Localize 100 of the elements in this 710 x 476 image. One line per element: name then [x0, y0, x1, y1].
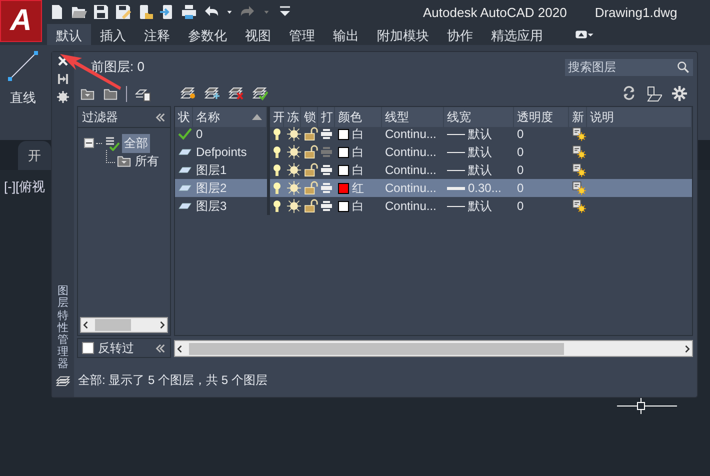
color-swatch[interactable] — [338, 164, 349, 176]
collapse-icon[interactable] — [84, 138, 94, 148]
line-tool-button[interactable]: 直线 — [8, 51, 38, 134]
ribbon-tab[interactable]: 默认 — [47, 24, 91, 45]
viewport-freeze-icon[interactable] — [572, 127, 586, 141]
ribbon-tab[interactable]: 协作 — [438, 24, 482, 45]
color-swatch[interactable] — [338, 182, 349, 194]
group-filter-icon[interactable] — [103, 87, 118, 101]
ribbon-tab[interactable]: 参数化 — [179, 24, 236, 45]
bulb-icon[interactable] — [273, 164, 281, 176]
phone-folder-icon[interactable] — [137, 4, 153, 20]
column-header[interactable]: 线宽 — [444, 107, 514, 127]
horizontal-scrollbar[interactable] — [80, 317, 168, 333]
column-header[interactable]: 线型 — [382, 107, 444, 127]
new-filter-icon[interactable] — [80, 87, 95, 101]
ribbon-tab[interactable]: 附加模块 — [368, 24, 438, 45]
viewport-freeze-icon[interactable] — [572, 145, 586, 159]
color-swatch[interactable] — [338, 128, 349, 140]
horizontal-scrollbar[interactable] — [174, 340, 693, 357]
search-field[interactable]: 搜索图层 — [565, 58, 693, 76]
sun-icon[interactable] — [287, 127, 301, 141]
sun-icon[interactable] — [287, 181, 301, 195]
viewport-freeze-icon[interactable] — [572, 199, 586, 213]
viewport-freeze-icon[interactable] — [572, 163, 586, 177]
bulb-icon[interactable] — [273, 200, 281, 212]
bulb-icon[interactable] — [273, 182, 281, 194]
lock-icon[interactable] — [304, 145, 319, 159]
save-icon[interactable] — [93, 4, 109, 20]
filter-item[interactable]: 全部 — [122, 134, 150, 152]
set-current-icon[interactable] — [251, 86, 268, 102]
lineweight-value: 默认 — [468, 198, 492, 214]
column-header[interactable]: 锁 — [301, 107, 318, 127]
delete-layer-icon[interactable] — [227, 86, 244, 102]
color-name: 白 — [352, 198, 364, 214]
layer-row[interactable]: 图层3 白 Continu... 默认 0 — [175, 197, 692, 215]
ribbon-tab[interactable]: 输出 — [324, 24, 368, 45]
ribbon-tab[interactable]: 插入 — [91, 24, 135, 45]
layer-name: Defpoints — [196, 145, 247, 159]
collapse-pane-icon[interactable] — [155, 112, 166, 122]
color-swatch[interactable] — [338, 200, 349, 212]
column-header[interactable]: 开 — [267, 107, 284, 127]
sun-icon[interactable] — [287, 163, 301, 177]
settings-icon[interactable] — [57, 91, 69, 103]
lock-icon[interactable] — [304, 163, 319, 177]
transparency-value: 0 — [517, 199, 524, 213]
sort-icon — [252, 114, 262, 120]
sun-icon[interactable] — [287, 145, 301, 159]
lineweight-value: 默认 — [468, 126, 492, 142]
folder-icon — [117, 154, 131, 168]
folder-icon[interactable] — [71, 4, 87, 20]
layer-settings-icon[interactable] — [646, 86, 662, 102]
filter-item[interactable]: 所有 — [133, 152, 161, 170]
printer-icon[interactable] — [181, 4, 197, 20]
gear-icon[interactable] — [672, 86, 687, 101]
workspace-icon[interactable] — [574, 28, 595, 41]
viewport-freeze-icon[interactable] — [572, 181, 586, 195]
transparency-value: 0 — [517, 181, 524, 195]
column-header[interactable]: 打 — [318, 107, 335, 127]
printer-icon[interactable] — [321, 165, 332, 175]
ribbon-tab[interactable]: 视图 — [236, 24, 280, 45]
column-header[interactable]: 说明 — [587, 107, 692, 127]
bulb-icon[interactable] — [273, 146, 281, 158]
export-icon[interactable] — [159, 4, 175, 20]
column-header[interactable]: 名称 — [193, 107, 267, 127]
document-title: Drawing1.dwg — [594, 4, 678, 20]
new-file-icon[interactable] — [49, 4, 65, 20]
color-name: 红 — [352, 180, 364, 196]
file-tab[interactable]: 开 — [18, 141, 51, 170]
current-layer-label: 前图层: 0 — [91, 58, 144, 76]
close-icon[interactable] — [57, 55, 69, 67]
column-header[interactable]: 冻 — [284, 107, 301, 127]
lock-icon[interactable] — [304, 127, 319, 141]
column-header[interactable]: 状 — [175, 107, 193, 127]
bulb-icon[interactable] — [273, 128, 281, 140]
sun-icon[interactable] — [287, 199, 301, 213]
layer-row[interactable]: Defpoints 白 Continu... 默认 0 — [175, 143, 692, 161]
ribbon-tab[interactable]: 管理 — [280, 24, 324, 45]
ribbon-tab[interactable]: 精选应用 — [482, 24, 552, 45]
invert-checkbox[interactable] — [82, 342, 94, 354]
linetype-name: Continu... — [385, 181, 436, 195]
printer-icon[interactable] — [321, 201, 332, 211]
collapse-pane-icon[interactable] — [155, 342, 166, 354]
refresh-icon[interactable] — [622, 86, 636, 100]
column-header[interactable]: 颜色 — [335, 107, 382, 127]
lock-icon[interactable] — [304, 199, 319, 213]
printer-icon[interactable] — [321, 129, 332, 139]
viewport-label[interactable]: [-][俯视 — [4, 178, 46, 196]
palette-title: 图层特性管理器 — [58, 285, 68, 370]
save-as-icon[interactable] — [115, 4, 131, 20]
layers-icon[interactable] — [55, 375, 71, 389]
app-logo[interactable]: A — [0, 0, 42, 42]
column-header[interactable]: 新 — [569, 107, 587, 127]
lineweight-value: 默认 — [468, 144, 492, 160]
layer-row[interactable]: 0 白 Continu... 默认 0 — [175, 125, 692, 143]
color-swatch[interactable] — [338, 146, 349, 158]
color-name: 白 — [352, 162, 364, 178]
new-frozen-layer-icon[interactable] — [203, 86, 220, 102]
pin-icon[interactable] — [57, 72, 69, 86]
column-header[interactable]: 透明度 — [514, 107, 569, 127]
ribbon-tab[interactable]: 注释 — [135, 24, 179, 45]
